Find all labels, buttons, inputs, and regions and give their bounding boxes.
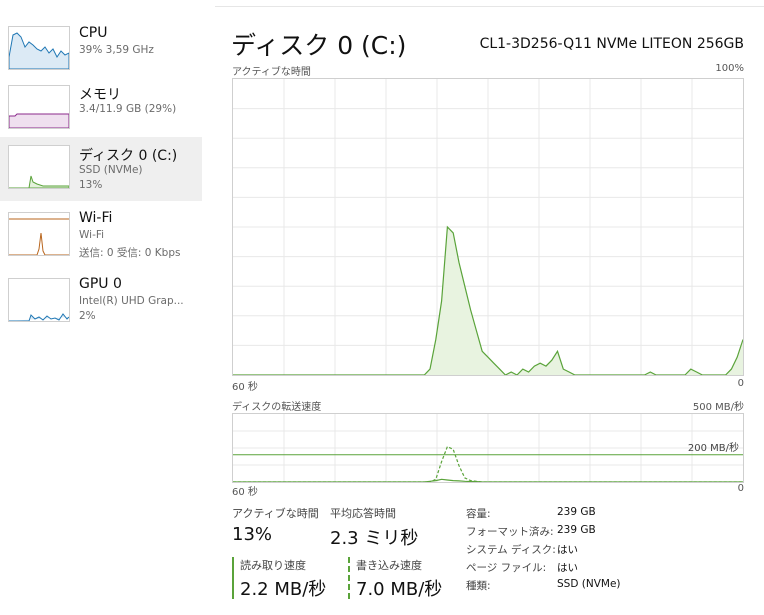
disk-thumb-area (9, 175, 69, 188)
avg-response-value: 2.3 ミリ秒 (330, 528, 419, 549)
wifi-thumbnail-svg (9, 218, 69, 255)
sidebar-item-gpu-0[interactable]: GPU 0 Intel(R) UHD Grap... 2% (0, 273, 202, 339)
active-time-chart-max: 100% (715, 63, 744, 74)
gpu-thumb-line (9, 313, 69, 321)
read-speed-indicator (232, 557, 234, 599)
active-time-chart-xright: 0 (737, 378, 744, 389)
disk-thumbnail-svg (9, 175, 69, 188)
transfer-rate-chart-xright: 0 (737, 483, 744, 494)
sidebar-item-title: メモリ (79, 87, 121, 103)
capacity-value: 239 GB (557, 506, 596, 518)
gpu-thumbnail-svg (9, 313, 69, 321)
page-title: ディスク 0 (C:) (231, 31, 407, 60)
transfer-rate-chart: 200 MB/秒 (232, 413, 744, 483)
write-speed-value: 7.0 MB/秒 (356, 579, 443, 600)
active-time-chart (232, 78, 744, 376)
write-speed-label: 書き込み速度 (356, 559, 422, 572)
cpu-thumbnail-svg (9, 32, 69, 69)
transfer-rate-chart-max: 500 MB/秒 (692, 402, 744, 413)
capacity-label: 容量: (466, 508, 491, 520)
sidebar-item-title: Wi-Fi (79, 210, 113, 226)
wifi-thumb-line (9, 232, 69, 255)
sidebar-item-subtitle: 39% 3,59 GHz (79, 44, 154, 56)
transfer-rate-chart-label: ディスクの転送速度 (232, 402, 322, 413)
disk-thumbnail-graph (8, 145, 70, 189)
write-speed-indicator (348, 557, 350, 599)
active-time-chart-xleft: 60 秒 (232, 382, 258, 393)
gpu-thumbnail-graph (8, 278, 70, 322)
memory-thumb-area (9, 113, 69, 128)
top-divider (215, 6, 764, 7)
wifi-thumbnail-graph (8, 212, 70, 256)
page-file-value: はい (557, 562, 578, 574)
transfer-rate-chart-svg: 200 MB/秒 (233, 414, 743, 482)
system-disk-value: はい (557, 544, 578, 556)
sidebar-item-disk-0[interactable]: ディスク 0 (C:) SSD (NVMe) 13% (0, 137, 202, 201)
sidebar-item-throughput: 送信: 0 受信: 0 Kbps (79, 247, 181, 259)
cpu-thumbnail-graph (8, 26, 70, 70)
disk-type-value: SSD (NVMe) (557, 578, 621, 590)
page-file-label: ページ ファイル: (466, 562, 547, 574)
active-time-value: 13% (232, 524, 273, 545)
device-model-name: CL1-3D256-Q11 NVMe LITEON 256GB (479, 36, 744, 52)
memory-thumbnail-graph (8, 85, 70, 129)
sidebar-item-usage: 2% (79, 310, 96, 322)
read-speed-label: 読み取り速度 (240, 559, 306, 572)
sidebar-item-subtitle: 3.4/11.9 GB (29%) (79, 103, 177, 115)
performance-sidebar: CPU 39% 3,59 GHz メモリ 3.4/11.9 GB (29%) デ… (0, 0, 202, 615)
active-time-chart-svg (233, 79, 743, 375)
sidebar-item-subtitle: SSD (NVMe) (79, 164, 143, 176)
sidebar-item-title: GPU 0 (79, 276, 122, 292)
transfer-rate-chart-xleft: 60 秒 (232, 487, 258, 498)
system-disk-label: システム ディスク: (466, 544, 556, 556)
avg-response-label: 平均応答時間 (330, 507, 396, 520)
active-time-label: アクティブな時間 (232, 507, 319, 520)
cpu-thumb-area (9, 32, 69, 69)
sidebar-item-wifi[interactable]: Wi-Fi Wi-Fi 送信: 0 受信: 0 Kbps (0, 207, 202, 273)
transfer-reference-label: 200 MB/秒 (688, 441, 739, 454)
disk-type-label: 種類: (466, 580, 491, 592)
sidebar-item-usage: 13% (79, 179, 103, 191)
active-time-chart-label: アクティブな時間 (232, 67, 311, 78)
sidebar-item-subtitle: Wi-Fi (79, 229, 105, 241)
sidebar-item-cpu[interactable]: CPU 39% 3,59 GHz (0, 21, 202, 87)
sidebar-item-subtitle: Intel(R) UHD Grap... (79, 295, 184, 307)
sidebar-item-title: CPU (79, 25, 108, 41)
formatted-value: 239 GB (557, 524, 596, 536)
memory-thumbnail-svg (9, 113, 69, 128)
formatted-label: フォーマット済み: (466, 526, 554, 538)
read-speed-value: 2.2 MB/秒 (240, 579, 327, 600)
sidebar-item-title: ディスク 0 (C:) (79, 148, 178, 164)
